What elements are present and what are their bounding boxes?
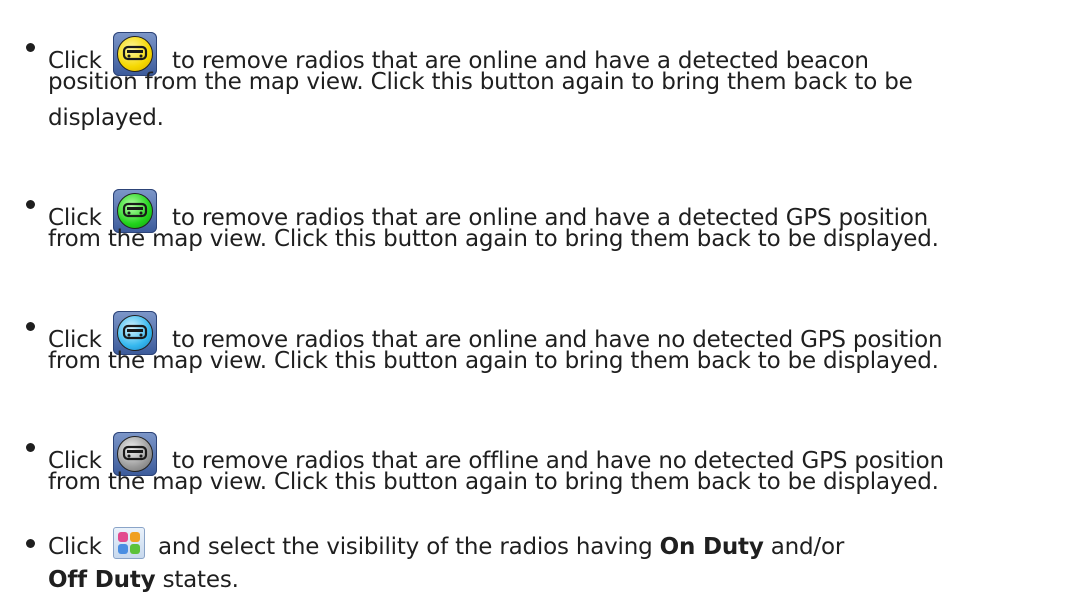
bullet <box>26 200 35 209</box>
and-or-text: and/or <box>770 534 845 560</box>
text-line: from the map view. Click this button aga… <box>48 469 939 495</box>
car-glyph <box>122 202 148 218</box>
bullet <box>26 539 35 548</box>
car-glyph <box>122 445 148 461</box>
bullet <box>26 443 35 452</box>
car-glyph <box>122 45 148 61</box>
text-line: from the map view. Click this button aga… <box>48 226 939 252</box>
bullet <box>26 43 35 52</box>
bullet <box>26 322 35 331</box>
text-line: Click and select the visibility of the r… <box>48 527 844 562</box>
line-text: and select the visibility of the radios … <box>150 534 653 560</box>
off-duty-label: Off Duty <box>48 567 156 593</box>
duty-glyph <box>117 532 140 554</box>
text-line: displayed. <box>48 105 164 131</box>
click-label: Click <box>48 534 109 560</box>
text-line: position from the map view. Click this b… <box>48 69 913 95</box>
on-duty-label: On Duty <box>659 534 764 560</box>
car-glyph <box>122 324 148 340</box>
states-text: states. <box>162 567 239 593</box>
duty-filter-icon[interactable] <box>112 527 145 559</box>
text-line: from the map view. Click this button aga… <box>48 348 939 374</box>
text-line: Off Duty states. <box>48 565 239 595</box>
